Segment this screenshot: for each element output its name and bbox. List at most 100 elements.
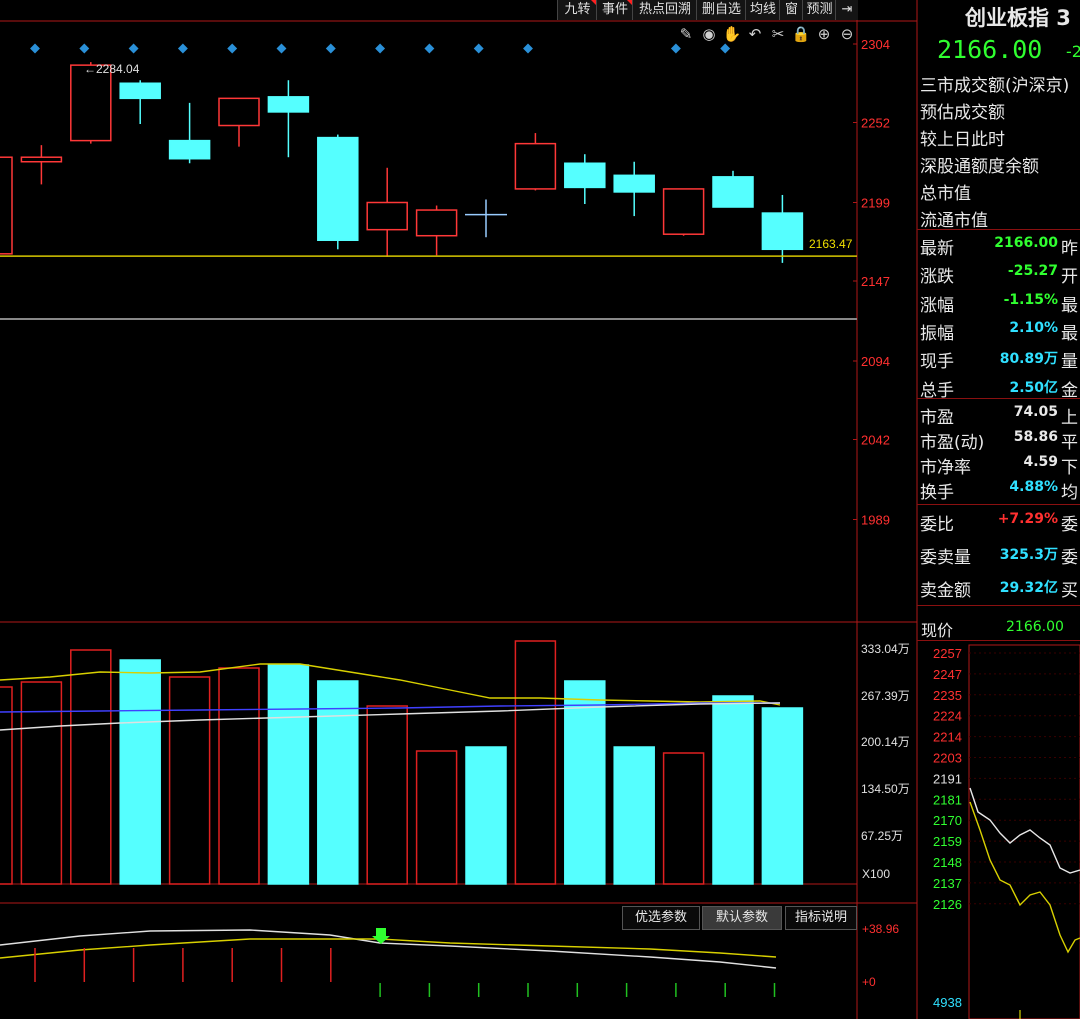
volume-ma-yellow	[0, 663, 781, 706]
candle-body	[20, 156, 63, 163]
quote-value: 2166.00	[994, 235, 1058, 251]
chart-canvas[interactable]: 2304 2252 2199 2147 2094 2042 1989 2163.47 ←2284…	[0, 0, 1080, 1019]
hand-icon[interactable]: ✋	[723, 25, 742, 43]
exit-icon[interactable]: ⇥	[835, 0, 858, 20]
price-axis-label: 2304	[861, 37, 890, 52]
info-label: 预估成交额	[920, 103, 1005, 123]
quote-tail-label: 下	[1061, 458, 1078, 478]
quote-label: 委比	[920, 515, 954, 535]
quote-value: 4.59	[1023, 454, 1058, 470]
signal-diamond	[227, 43, 238, 54]
volume-bar	[662, 752, 705, 885]
quote-tail-label: 买	[1061, 581, 1078, 601]
signal-diamond	[375, 43, 386, 54]
indicator-button-1[interactable]: 默认参数	[702, 906, 782, 930]
signal-diamond	[523, 43, 533, 54]
panel-separator	[917, 398, 1080, 399]
candle-body	[168, 139, 211, 160]
volume-unit-label: X100	[862, 867, 890, 881]
volume-bar	[465, 746, 507, 885]
mini-volume-label: 4938	[933, 995, 962, 1010]
quote-tail-label: 上	[1061, 408, 1078, 428]
mini-axis-label: 2126	[933, 897, 962, 912]
undo-icon[interactable]: ↶	[749, 26, 762, 43]
mini-axis-label: 2159	[933, 834, 962, 849]
panel-separator	[917, 229, 1080, 230]
signal-diamond	[424, 43, 435, 54]
price-axis-label: 2252	[861, 115, 890, 130]
quote-value: 80.89万	[999, 351, 1058, 368]
info-label: 深股通额度余额	[920, 157, 1039, 177]
scissors-icon[interactable]: ✂	[772, 26, 785, 43]
mini-avg-line	[969, 801, 1080, 954]
volume-bar	[613, 746, 655, 885]
volume-bar	[415, 750, 458, 885]
toolbar-button-1[interactable]: 事件	[596, 0, 633, 20]
candle-body	[662, 188, 705, 235]
quote-value: 29.32亿	[999, 580, 1058, 596]
mini-axis-label: 2235	[933, 688, 962, 703]
toolbar-button-5[interactable]: 窗	[779, 0, 803, 20]
volume-bar	[366, 705, 408, 885]
toolbar-button-0[interactable]: 九转	[557, 0, 597, 20]
current-price-label: 2163.47	[809, 237, 853, 251]
high-marker-label: ←2284.04	[84, 62, 140, 76]
indicator-button-2[interactable]: 指标说明	[785, 906, 857, 930]
candle-body	[761, 212, 804, 251]
signal-diamond	[177, 43, 188, 54]
volume-axis-label: 333.04万	[861, 642, 910, 656]
candle-body	[514, 142, 557, 190]
signal-diamond	[325, 43, 336, 54]
zoom-in-icon[interactable]: ⊕	[818, 26, 831, 43]
quote-tail-label: 委	[1061, 515, 1078, 535]
mini-axis-label: 2191	[933, 771, 962, 786]
mini-axis-label: 2137	[933, 876, 962, 891]
quote-label: 市净率	[920, 458, 971, 478]
quote-value: +7.29%	[997, 511, 1058, 527]
candle-body	[613, 174, 655, 193]
toolbar-button-2[interactable]: 热点回溯	[632, 0, 697, 20]
candle-body	[119, 82, 161, 100]
price-axis-label: 2147	[861, 274, 890, 289]
candle-body	[712, 176, 754, 208]
quote-value: 2.10%	[1009, 319, 1058, 336]
candle-body	[564, 162, 606, 189]
panel-separator	[917, 640, 1080, 641]
info-label: 较上日此时	[920, 130, 1005, 150]
quote-label: 涨跌	[920, 267, 954, 288]
price-axis-label: 2199	[861, 196, 890, 211]
toolbar-button-6[interactable]: 预测	[802, 0, 836, 20]
volume-bar	[267, 664, 310, 885]
quote-label: 总手	[920, 380, 954, 401]
volume-bar	[0, 686, 13, 885]
mini-price-line	[969, 787, 1080, 874]
signal-diamond	[79, 43, 90, 54]
quote-tail-label: 量	[1061, 352, 1078, 373]
candle-body	[267, 96, 310, 113]
volume-axis-label: 200.14万	[861, 735, 910, 749]
indicator-line-yellow	[0, 938, 777, 959]
lock-icon[interactable]: 🔒	[792, 26, 811, 43]
toolbar-button-4[interactable]: 均线	[745, 0, 780, 20]
mini-axis-label: 2181	[933, 792, 962, 807]
indicator-button-0[interactable]: 优选参数	[622, 906, 700, 930]
mini-axis-label: 2203	[933, 751, 962, 766]
zoom-out-icon[interactable]: ⊖	[841, 26, 854, 43]
index-price: 2166.00	[937, 35, 1043, 64]
indicator-axis-zero: +0	[862, 975, 876, 989]
toolbar-button-3[interactable]: 删自选	[696, 0, 746, 20]
quote-tail-label: 最	[1061, 323, 1078, 344]
volume-bar	[119, 659, 161, 885]
quote-tail-label: 委	[1061, 548, 1078, 568]
current-price-label: 现价	[921, 621, 954, 640]
pen-icon[interactable]: ✎	[680, 26, 693, 43]
signal-diamond	[276, 43, 287, 54]
quote-tail-label: 平	[1061, 433, 1078, 453]
candle-body	[218, 97, 260, 127]
quote-tail-label: 金	[1061, 380, 1078, 401]
quote-label: 市盈	[920, 408, 954, 428]
price-axis-label: 1989	[861, 513, 890, 528]
eye-icon[interactable]: ◉	[702, 26, 715, 43]
info-label: 流通市值	[920, 211, 988, 231]
indicator-axis-top: +38.96	[862, 922, 899, 936]
